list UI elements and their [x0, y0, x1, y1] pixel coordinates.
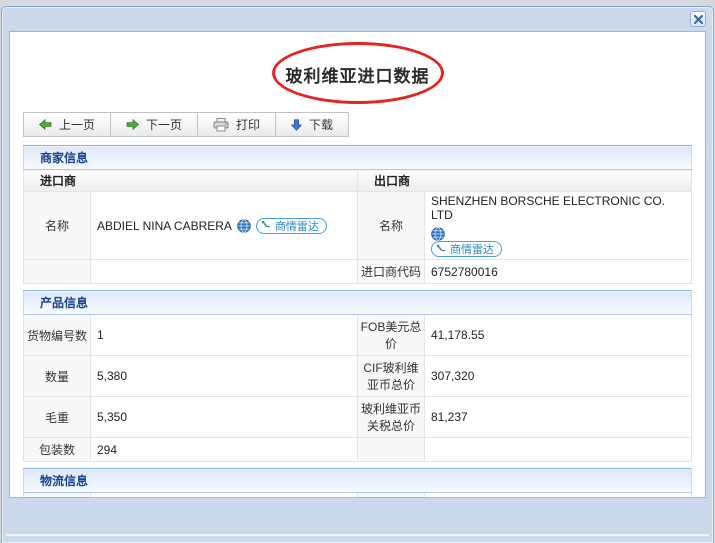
field-value — [90, 259, 358, 284]
next-page-label: 下一页 — [146, 118, 183, 132]
radar-dish-icon — [436, 244, 446, 251]
field-value: 1 — [90, 314, 358, 356]
download-label: 下载 — [309, 118, 334, 132]
field-label — [23, 259, 91, 284]
close-icon — [693, 14, 703, 24]
importer-name: ABDIEL NINA CABRERA — [97, 218, 232, 233]
field-value: 294 — [90, 437, 358, 462]
field-label: 玻利维亚币关税总价 — [357, 396, 425, 438]
merchant-info-section: 商家信息 进口商 出口商 名称 ABDIEL NINA CABRERA 商情雷达… — [23, 145, 692, 284]
logistics-info-section: 物流信息 关单号 2014/201/C-7337 通关日期 2014-03-21… — [23, 468, 692, 497]
field-label: 数量 — [23, 355, 91, 397]
business-radar-badge[interactable]: 商情雷达 — [255, 217, 327, 234]
radar-badge-label: 商情雷达 — [450, 244, 494, 256]
field-value: 81,237 — [424, 396, 692, 438]
record-detail: 商家信息 进口商 出口商 名称 ABDIEL NINA CABRERA 商情雷达… — [10, 145, 705, 497]
field-value: 307,320 — [424, 355, 692, 397]
field-label: 进口商代码 — [357, 259, 425, 284]
field-label: 关单号 — [23, 492, 91, 497]
dialog-content-panel: 玻利维亚进口数据 上一页 下一页 打印 下载 商家信息 进口商 出口商 名称 A… — [9, 31, 706, 498]
radar-badge-label: 商情雷达 — [274, 220, 319, 233]
exporter-name: SHENZHEN BORSCHE ELECTRONIC CO. LTD — [431, 194, 666, 222]
field-label: 货物编号数 — [23, 314, 91, 356]
field-label — [357, 437, 425, 462]
globe-icon[interactable] — [431, 227, 445, 241]
green-right-arrow-icon — [126, 119, 140, 130]
field-value: 5,380 — [90, 355, 358, 397]
prev-page-button[interactable]: 上一页 — [23, 112, 112, 137]
importer-code-value: 6752780016 — [424, 259, 692, 284]
business-radar-badge[interactable]: 商情雷达 — [431, 241, 502, 257]
table-row: 进口商代码 6752780016 — [23, 259, 692, 284]
print-label: 打印 — [236, 118, 261, 132]
importer-name-cell: ABDIEL NINA CABRERA 商情雷达 — [90, 191, 358, 260]
dialog-window: 玻利维亚进口数据 上一页 下一页 打印 下载 商家信息 进口商 出口商 名称 A… — [1, 6, 714, 543]
blue-down-arrow-icon — [291, 118, 303, 131]
field-value: 41,178.55 — [424, 314, 692, 356]
table-row: 包装数 294 — [23, 437, 692, 462]
field-label: CIF玻利维亚币总价 — [357, 355, 425, 397]
table-row: 数量 5,380 CIF玻利维亚币总价 307,320 — [23, 355, 692, 397]
field-value: 2014-03-21 — [424, 492, 692, 497]
section-header-product: 产品信息 — [23, 290, 692, 315]
prev-page-label: 上一页 — [59, 118, 96, 132]
globe-icon[interactable] — [237, 218, 251, 233]
table-row: 关单号 2014/201/C-7337 通关日期 2014-03-21 — [23, 492, 692, 497]
field-label: FOB美元总价 — [357, 314, 425, 356]
field-label: 名称 — [357, 191, 425, 260]
printer-icon — [213, 117, 229, 131]
close-button[interactable] — [690, 11, 706, 27]
exporter-subheader: 出口商 — [357, 169, 692, 192]
field-label: 毛重 — [23, 396, 91, 438]
field-value — [424, 437, 692, 462]
download-button[interactable]: 下载 — [275, 112, 350, 137]
toolbar: 上一页 下一页 打印 下载 — [23, 112, 350, 137]
exporter-name-cell: SHENZHEN BORSCHE ELECTRONIC CO. LTD 商情雷达 — [424, 191, 692, 260]
title-area: 玻利维亚进口数据 — [10, 32, 705, 106]
print-button[interactable]: 打印 — [197, 112, 277, 137]
next-page-button[interactable]: 下一页 — [110, 112, 199, 137]
page-title: 玻利维亚进口数据 — [285, 67, 430, 86]
green-left-arrow-icon — [39, 119, 52, 130]
field-label: 包装数 — [23, 437, 91, 462]
table-row: 名称 ABDIEL NINA CABRERA 商情雷达 名称 SHENZHEN … — [23, 191, 692, 260]
radar-dish-icon — [261, 220, 271, 228]
field-label: 通关日期 — [357, 492, 425, 497]
section-header-logistics: 物流信息 — [23, 468, 692, 493]
field-label: 名称 — [23, 191, 91, 260]
section-header-merchant: 商家信息 — [23, 145, 692, 170]
product-info-section: 产品信息 货物编号数 1 FOB美元总价 41,178.55 数量 5,380 … — [23, 290, 692, 462]
importer-subheader: 进口商 — [23, 169, 358, 192]
field-value: 5,350 — [90, 396, 358, 438]
field-value: 2014/201/C-7337 — [90, 492, 358, 497]
table-row: 货物编号数 1 FOB美元总价 41,178.55 — [23, 314, 692, 356]
table-row: 毛重 5,350 玻利维亚币关税总价 81,237 — [23, 396, 692, 438]
